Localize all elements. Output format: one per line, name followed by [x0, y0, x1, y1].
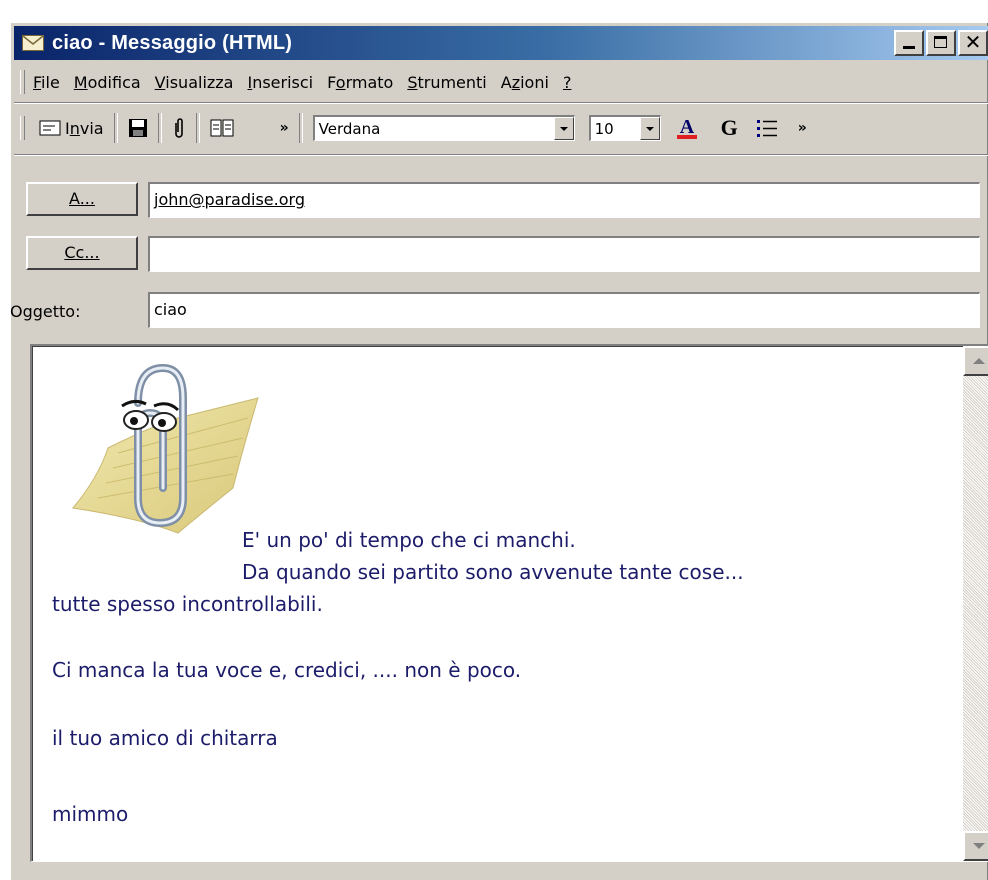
- menu-formato[interactable]: Formato: [327, 73, 393, 92]
- toolbar-separator: [157, 113, 162, 143]
- vertical-scrollbar[interactable]: [963, 346, 988, 861]
- close-button[interactable]: ✕: [958, 30, 988, 56]
- to-recipient[interactable]: john@paradise.org: [154, 190, 305, 209]
- font-size-value: 10: [594, 119, 614, 138]
- cc-button[interactable]: Cc...: [26, 236, 138, 270]
- attach-button[interactable]: [166, 112, 192, 144]
- menu-modifica[interactable]: Modifica: [74, 73, 141, 92]
- menu-help[interactable]: ?: [563, 73, 572, 92]
- subject-field[interactable]: ciao: [148, 292, 980, 328]
- bold-button[interactable]: G: [715, 112, 744, 144]
- toolbar-separator: [113, 113, 118, 143]
- paperclip-icon: [174, 118, 183, 138]
- toolbar: Invia » Verdana 10 A G »: [16, 108, 988, 148]
- font-color-button[interactable]: A: [669, 112, 705, 144]
- send-icon: [39, 120, 61, 136]
- bullets-button[interactable]: [750, 112, 784, 144]
- send-button[interactable]: Invia: [33, 112, 110, 144]
- body-line-3: tutte spesso incontrollabili.: [52, 592, 323, 616]
- font-name-select[interactable]: Verdana: [312, 115, 575, 141]
- cc-field[interactable]: [148, 236, 980, 272]
- toolbar-separator: [298, 113, 303, 143]
- toolbar-overflow-icon[interactable]: »: [798, 121, 807, 135]
- menu-visualizza[interactable]: Visualizza: [155, 73, 234, 92]
- bullet-list-icon: [756, 120, 777, 137]
- font-name-value: Verdana: [318, 119, 381, 138]
- window-title: ciao - Messaggio (HTML): [52, 31, 293, 54]
- scroll-up-button[interactable]: [963, 346, 988, 376]
- address-book-button[interactable]: [204, 112, 240, 144]
- body-line-6: mimmo: [52, 802, 129, 826]
- toolbar-separator-line: [14, 154, 988, 156]
- toolbar-separator: [195, 113, 200, 143]
- font-color-icon: A: [676, 116, 697, 139]
- svg-text:A: A: [679, 116, 694, 138]
- toolbar-grip[interactable]: [20, 116, 25, 140]
- window-controls: ✕: [894, 30, 988, 56]
- subject-label: Oggetto:: [10, 302, 81, 321]
- to-field[interactable]: john@paradise.org: [148, 182, 980, 218]
- message-window: ciao - Messaggio (HTML) ✕ File Modifica …: [10, 22, 988, 880]
- chevron-down-icon[interactable]: [553, 117, 574, 140]
- menu-grip[interactable]: [20, 70, 25, 94]
- title-bar[interactable]: ciao - Messaggio (HTML) ✕: [14, 26, 988, 60]
- menu-bar: File Modifica Visualizza Inserisci Forma…: [16, 66, 988, 98]
- menu-inserisci[interactable]: Inserisci: [247, 73, 313, 92]
- toolbar-overflow-icon[interactable]: »: [280, 121, 289, 135]
- message-body[interactable]: E' un po' di tempo che ci manchi. Da qua…: [30, 344, 988, 862]
- body-line-2: Da quando sei partito sono avvenute tant…: [242, 560, 744, 584]
- minimize-button[interactable]: [894, 30, 924, 56]
- body-line-1: E' un po' di tempo che ci manchi.: [242, 528, 576, 552]
- font-size-select[interactable]: 10: [588, 115, 661, 141]
- maximize-button[interactable]: [926, 30, 956, 56]
- menu-file[interactable]: File: [33, 73, 60, 92]
- body-line-5: il tuo amico di chitarra: [52, 726, 278, 750]
- office-assistant-paperclip-image: [72, 363, 259, 534]
- menu-strumenti[interactable]: Strumenti: [407, 73, 486, 92]
- envelope-icon: [22, 35, 44, 51]
- save-button[interactable]: [122, 112, 154, 144]
- address-book-icon: [210, 119, 234, 137]
- menu-azioni[interactable]: Azioni: [501, 73, 549, 92]
- scroll-down-button[interactable]: [963, 831, 988, 861]
- chevron-down-icon[interactable]: [639, 117, 660, 140]
- save-icon: [128, 119, 147, 137]
- menu-separator: [14, 102, 988, 104]
- body-line-4: Ci manca la tua voce e, credici, .... no…: [52, 658, 522, 682]
- to-button[interactable]: A...: [26, 182, 138, 216]
